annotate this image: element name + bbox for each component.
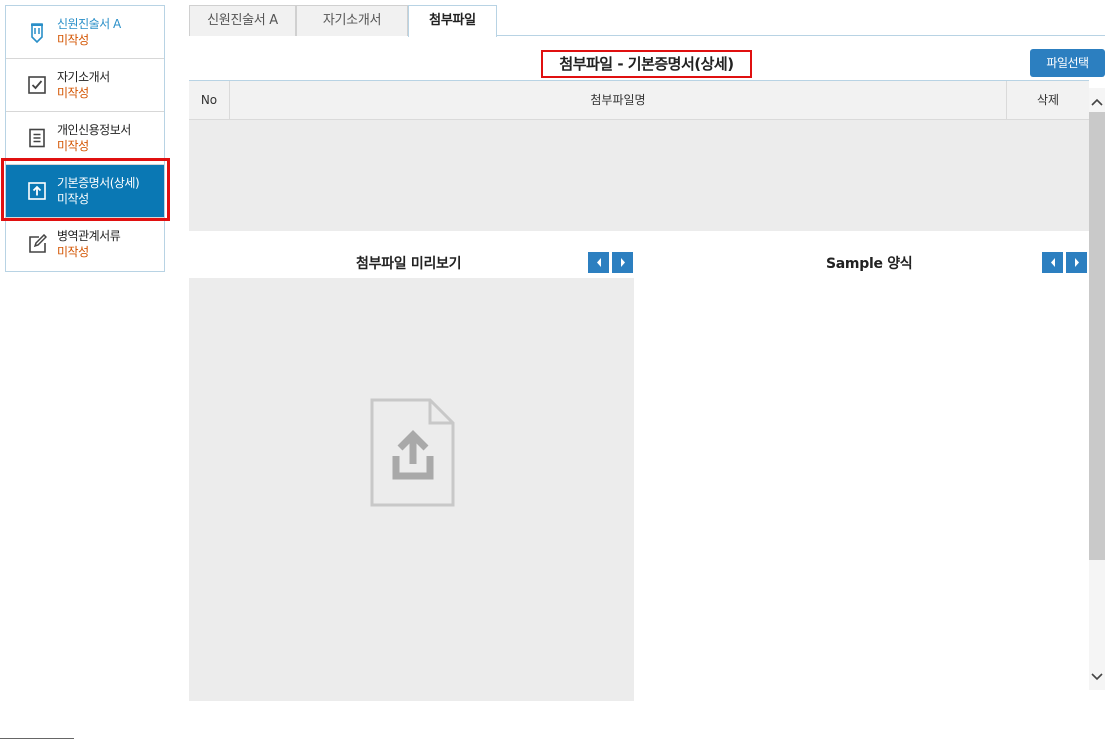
sidebar-item-label: 신원진술서 A — [57, 17, 121, 31]
sidebar-item-status: 미작성 — [57, 86, 89, 100]
sample-prev-button[interactable] — [1042, 252, 1063, 273]
chevron-right-icon — [1074, 258, 1079, 267]
column-header-delete: 삭제 — [1036, 93, 1060, 107]
tab-self-introduction[interactable]: 자기소개서 — [296, 5, 408, 36]
tab-bar: 신원진술서 A 자기소개서 첨부파일 — [189, 5, 1105, 37]
divider — [0, 738, 74, 739]
sidebar-item-status: 미작성 — [57, 33, 89, 47]
preview-next-button[interactable] — [612, 252, 633, 273]
sidebar-item-status: 미작성 — [57, 139, 89, 153]
attachment-table: No 첨부파일명 삭제 — [189, 80, 1089, 231]
sidebar-item-label: 개인신용정보서 — [57, 123, 131, 137]
scroll-down-arrow-icon[interactable] — [1089, 667, 1105, 687]
attachment-preview-title: 첨부파일 미리보기 — [356, 256, 462, 272]
pencil-badge-icon — [27, 22, 47, 44]
chevron-left-icon — [1050, 258, 1055, 267]
chevron-right-icon — [620, 258, 625, 267]
sample-next-button[interactable] — [1066, 252, 1087, 273]
sidebar-item-label: 병역관계서류 — [57, 229, 121, 243]
sidebar-item-basic-certificate[interactable]: 기본증명서(상세) 미작성 — [6, 165, 164, 218]
sidebar-item-credit-info[interactable]: 개인신용정보서 미작성 — [6, 112, 164, 165]
document-lines-icon — [27, 128, 47, 148]
sidebar-item-label: 자기소개서 — [57, 70, 110, 84]
table-header: No 첨부파일명 삭제 — [189, 81, 1089, 120]
sample-form-title: Sample 양식 — [826, 256, 913, 272]
scrollbar-thumb[interactable] — [1089, 112, 1105, 560]
sidebar: 신원진술서 A 미작성 자기소개서 미작성 개인신용정보서 미작성 기본증명서(… — [5, 5, 165, 272]
preview-prev-button[interactable] — [588, 252, 609, 273]
sidebar-item-status: 미작성 — [57, 192, 89, 206]
column-header-filename: 첨부파일명 — [230, 81, 1007, 120]
sidebar-item-identity-statement[interactable]: 신원진술서 A 미작성 — [6, 6, 164, 59]
column-header-no: No — [189, 81, 230, 120]
file-upload-icon — [370, 398, 455, 507]
sidebar-item-self-introduction[interactable]: 자기소개서 미작성 — [6, 59, 164, 112]
page-title: 첨부파일 - 기본증명서(상세) — [541, 50, 752, 78]
chevron-left-icon — [596, 258, 601, 267]
sidebar-item-label: 기본증명서(상세) — [57, 176, 140, 190]
tab-identity-statement[interactable]: 신원진술서 A — [189, 5, 296, 36]
file-select-button[interactable]: 파일선택 — [1030, 49, 1105, 77]
checkbox-icon — [27, 75, 47, 95]
upload-box-icon — [27, 181, 47, 201]
edit-icon — [27, 233, 48, 254]
sidebar-item-status: 미작성 — [57, 245, 89, 259]
sidebar-item-military-docs[interactable]: 병역관계서류 미작성 — [6, 218, 164, 271]
tab-attachments[interactable]: 첨부파일 — [408, 5, 497, 37]
scroll-up-arrow-icon[interactable] — [1089, 92, 1105, 112]
